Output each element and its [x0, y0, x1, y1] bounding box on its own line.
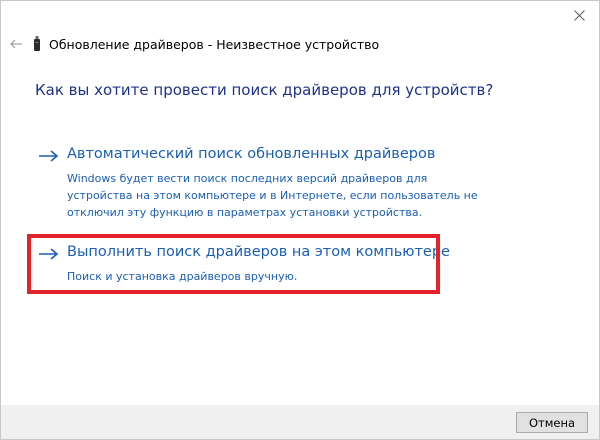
option-automatic-search[interactable]: Автоматический поиск обновленных драйвер…: [39, 146, 479, 219]
update-drivers-dialog: Обновление драйверов - Неизвестное устро…: [0, 0, 600, 440]
dialog-footer: Отмена: [1, 405, 599, 439]
dialog-title: Обновление драйверов - Неизвестное устро…: [49, 36, 380, 52]
back-button[interactable]: [1, 31, 31, 57]
back-arrow-icon: [10, 39, 22, 49]
option-browse-computer[interactable]: Выполнить поиск драйверов на этом компью…: [39, 244, 450, 284]
option-browse-description: Поиск и установка драйверов вручную.: [67, 270, 298, 283]
close-icon: [573, 9, 585, 21]
close-button[interactable]: [559, 1, 599, 29]
page-question: Как вы хотите провести поиск драйверов д…: [35, 81, 494, 99]
arrow-right-icon: [39, 248, 59, 260]
cancel-button[interactable]: Отмена: [516, 412, 588, 433]
arrow-right-icon: [39, 150, 59, 162]
option-browse-title: Выполнить поиск драйверов на этом компью…: [67, 244, 450, 260]
option-automatic-title: Автоматический поиск обновленных драйвер…: [67, 146, 436, 162]
dialog-header: Обновление драйверов - Неизвестное устро…: [1, 31, 379, 57]
usb-device-icon: [33, 36, 41, 52]
option-automatic-description: Windows будет вести поиск последних верс…: [67, 172, 478, 219]
